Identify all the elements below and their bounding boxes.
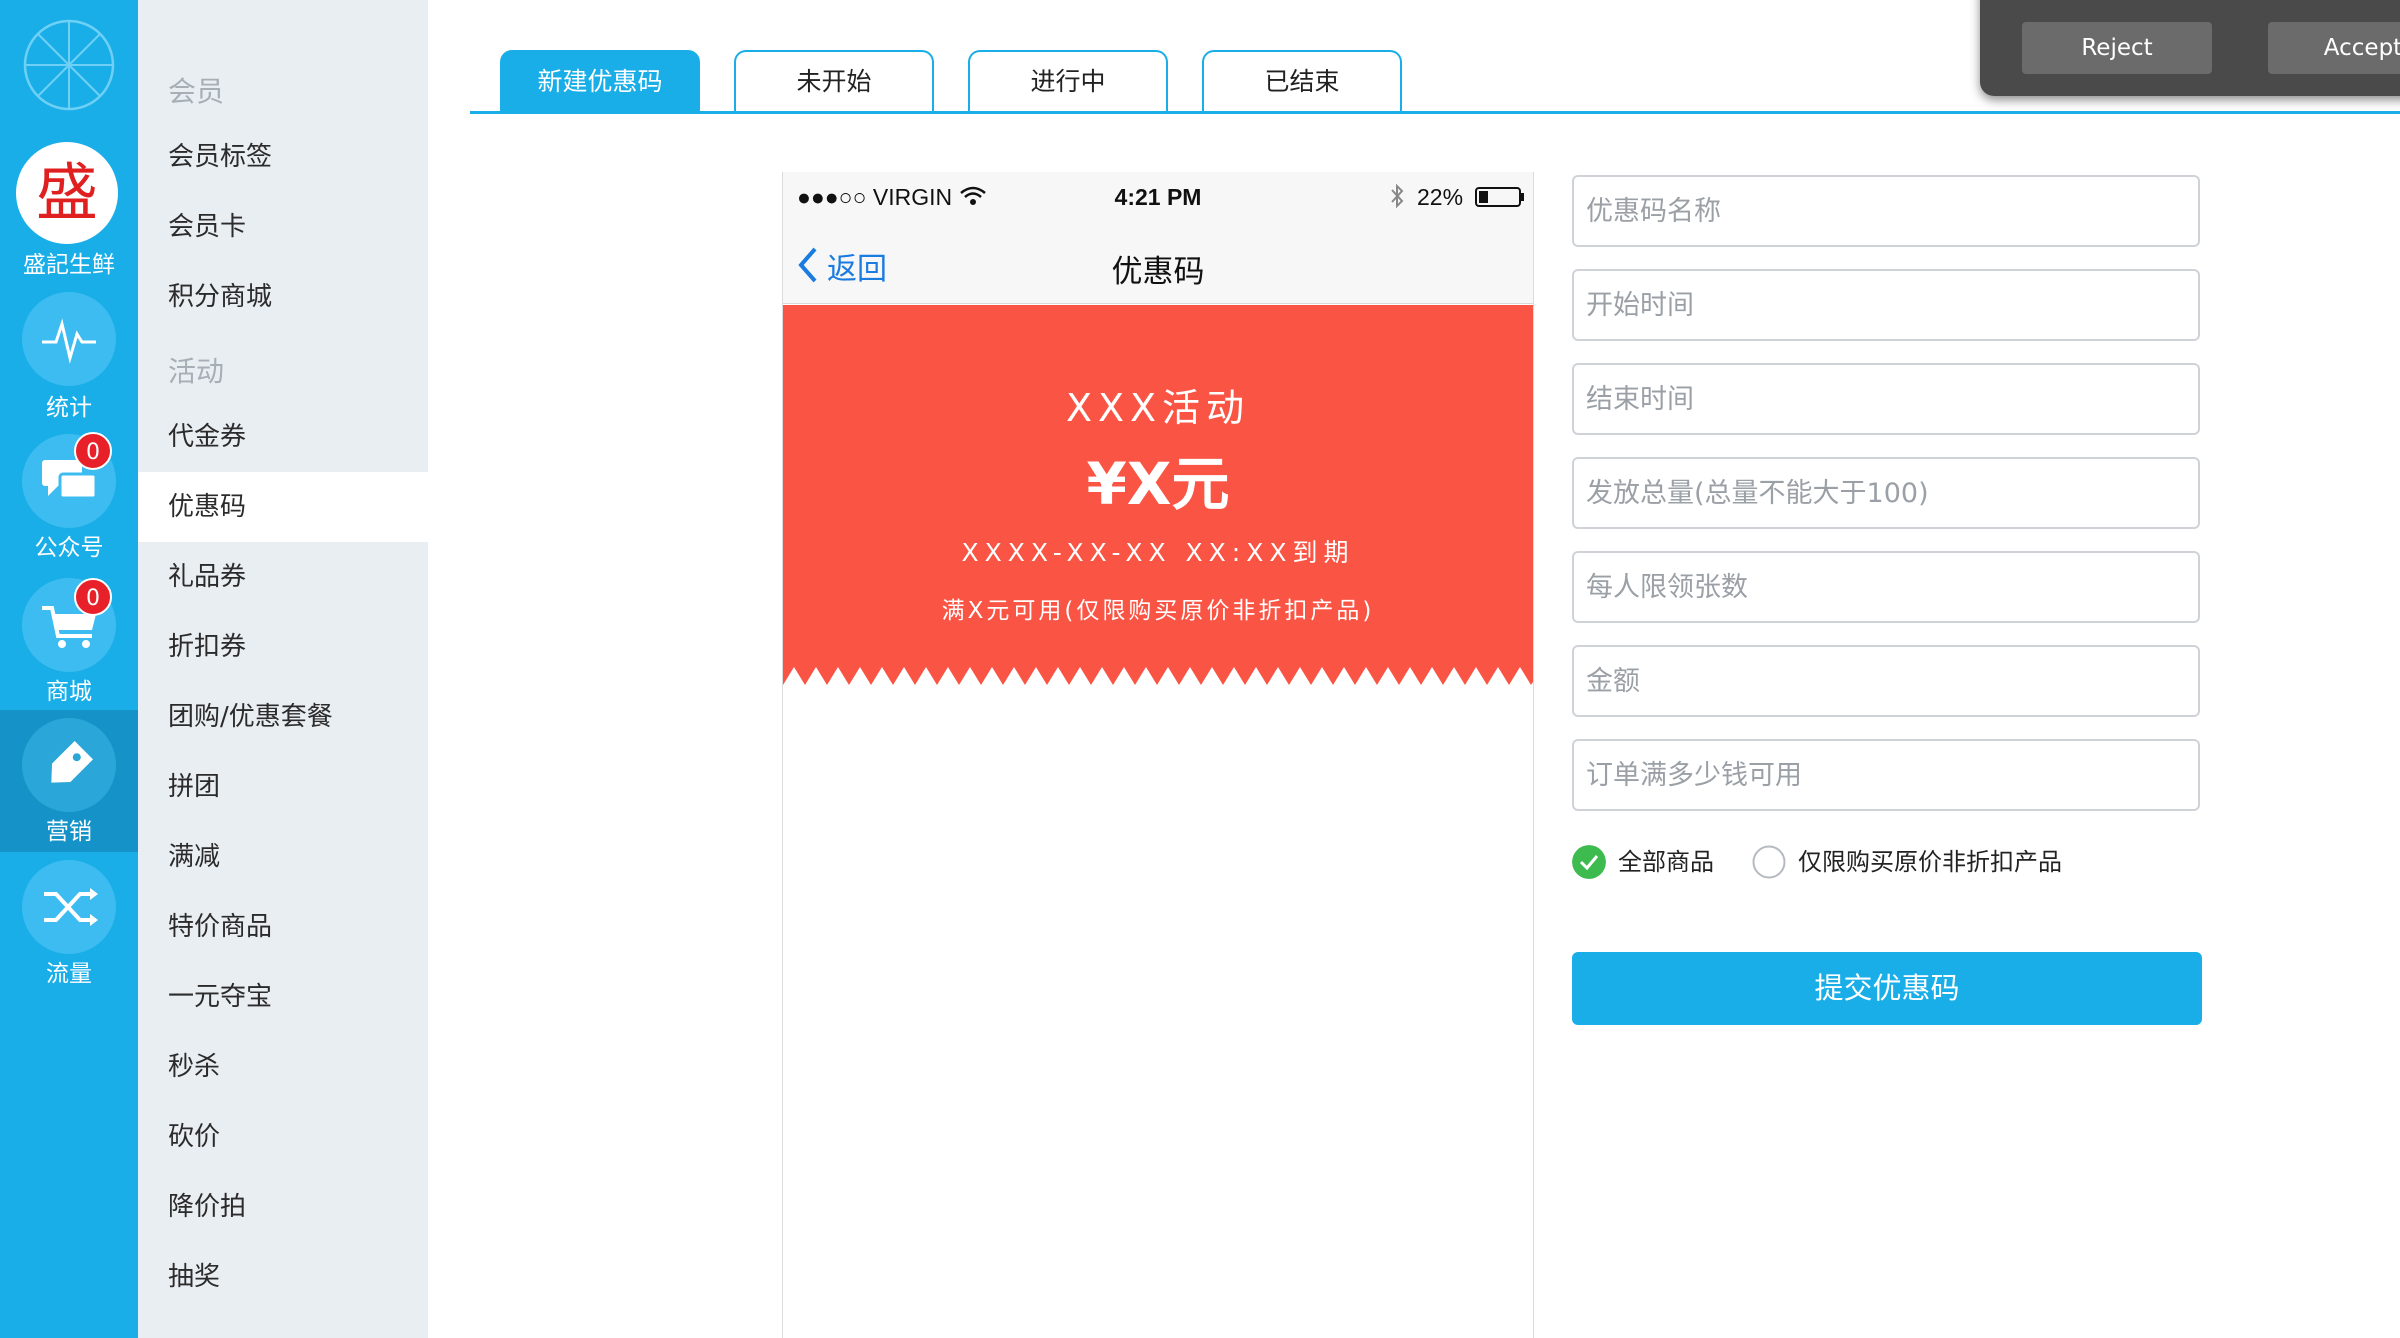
sidebar-item-points-mall[interactable]: 积分商城 [138,262,428,332]
rail-label-stats: 统计 [46,395,92,421]
shuffle-icon [44,888,98,926]
tab-new-coupon-code[interactable]: 新建优惠码 [500,50,700,111]
tabs-underline [470,111,2400,114]
accept-button[interactable]: Accept [2268,22,2400,74]
sidebar-item-one-yuan-treasure[interactable]: 一元夺宝 [138,962,428,1032]
total-quantity-input[interactable] [1574,459,2198,527]
rail-item-stats[interactable]: 统计 [0,284,138,426]
sidebar-item-pin-tuan[interactable]: 拼团 [138,752,428,822]
amount-input[interactable] [1574,647,2198,715]
brand-avatar[interactable]: 盛 [16,142,118,244]
radio-empty-icon [1752,845,1786,879]
status-bar: ●●●○○ VIRGIN 4:21 PM 22% [783,172,1533,222]
radio-all-products[interactable]: 全部商品 [1572,843,1732,883]
rail-label-traffic: 流量 [46,961,92,987]
per-person-limit-field[interactable] [1572,551,2200,623]
coupon-card: XXX活动 ¥X元 XXXX-XX-XX XX:XX到期 满X元可用(仅限购买原… [783,305,1533,687]
sidebar-item-discount-coupon[interactable]: 折扣券 [138,612,428,682]
reject-button[interactable]: Reject [2022,22,2212,74]
radio-all-label: 全部商品 [1618,848,1714,876]
phone-preview: ●●●○○ VIRGIN 4:21 PM 22% 返回 优惠码 XXX活动 ¥X… [782,172,1534,1338]
sidebar-item-coupon-code[interactable]: 优惠码 [138,472,428,542]
amount-field[interactable] [1572,645,2200,717]
bluetooth-icon [1391,183,1404,209]
coupon-activity-name: XXX活动 [1065,386,1251,430]
permission-dialog: Reject Accept [1980,0,2400,96]
coupon-name-input[interactable] [1574,177,2198,245]
zigzag-edge [783,667,1533,687]
phone-title: 优惠码 [1111,254,1205,290]
coupon-expiry: XXXX-XX-XX XX:XX到期 [961,538,1355,567]
sidebar-item-lottery[interactable]: 抽奖 [138,1242,428,1312]
pulse-icon [42,318,96,364]
brand-logo-char: 盛 [35,156,98,229]
tag-icon [51,740,94,783]
wheel-logo-icon [23,19,115,111]
radio-limited-label: 仅限购买原价非折扣产品 [1798,848,2062,876]
sidebar-item-voucher[interactable]: 代金券 [138,402,428,472]
tab-ended[interactable]: 已结束 [1202,50,1402,111]
submit-coupon-button[interactable]: 提交优惠码 [1572,952,2202,1025]
coupon-condition: 满X元可用(仅限购买原价非折扣产品) [941,598,1375,624]
rail-item-mall[interactable]: 0 商城 [0,568,138,710]
end-time-field[interactable] [1572,363,2200,435]
rail-item-official-account[interactable]: 0 公众号 [0,426,138,568]
check-circle-icon [1572,845,1606,879]
rail-label-mall: 商城 [46,679,92,705]
battery-percent: 22% [1417,184,1464,210]
start-time-input[interactable] [1574,271,2198,339]
total-quantity-field[interactable] [1572,457,2200,529]
sidebar-item-flash-sale[interactable]: 秒杀 [138,1032,428,1102]
sidebar-item-bargain[interactable]: 砍价 [138,1102,428,1172]
sidebar-item-member-tags[interactable]: 会员标签 [138,122,428,192]
sidebar-group-activity: 活动 [168,355,225,388]
phone-navbar: 返回 优惠码 [783,222,1533,304]
secondary-sidebar: 会员 会员标签 会员卡 积分商城 活动 代金券 优惠码 礼品券 折扣券 团购/优… [138,0,428,1338]
sidebar-item-member-card[interactable]: 会员卡 [138,192,428,262]
sidebar-item-group-buy[interactable]: 团购/优惠套餐 [138,682,428,752]
rail-label-marketing: 营销 [46,819,92,845]
battery-icon [1475,187,1524,207]
end-time-input[interactable] [1574,365,2198,433]
rail-item-marketing[interactable]: 营销 [0,710,138,852]
sidebar-item-full-reduction[interactable]: 满减 [138,822,428,892]
brand-label: 盛記生鲜 [23,252,115,278]
sidebar-item-gift-coupon[interactable]: 礼品券 [138,542,428,612]
rail-item-traffic[interactable]: 流量 [0,852,138,994]
radio-limited-products[interactable]: 仅限购买原价非折扣产品 [1752,843,2092,883]
per-person-limit-input[interactable] [1574,553,2198,621]
min-order-input[interactable] [1574,741,2198,809]
min-order-field[interactable] [1572,739,2200,811]
notification-badge: 0 [74,578,112,616]
tab-not-started[interactable]: 未开始 [734,50,934,111]
icon-rail: 盛 盛記生鲜 统计 0 公众号 0 商城 营销 流量 [0,0,138,1338]
sidebar-item-special-price[interactable]: 特价商品 [138,892,428,962]
notification-badge: 0 [74,432,112,470]
tab-in-progress[interactable]: 进行中 [968,50,1168,111]
coupon-amount: ¥X元 [1086,450,1230,518]
rail-label-official-account: 公众号 [34,535,104,561]
sidebar-group-member: 会员 [168,75,225,108]
coupon-name-field[interactable] [1572,175,2200,247]
start-time-field[interactable] [1572,269,2200,341]
sidebar-item-price-drop-auction[interactable]: 降价拍 [138,1172,428,1242]
